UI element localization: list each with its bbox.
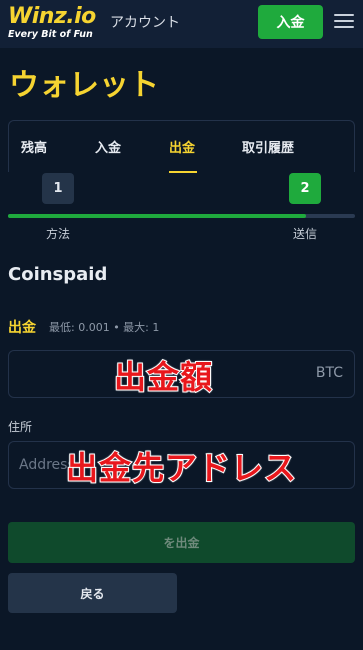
step-1-label: 方法 [46,227,71,241]
tab-deposit[interactable]: 入金 [95,137,121,156]
step-2-badge: 2 [289,173,321,204]
winz-logo[interactable]: Winz.io Every Bit of Fun [8,4,96,40]
account-link[interactable]: アカウント [110,12,180,32]
step-1-badge[interactable]: 1 [42,173,74,204]
tab-transaction-history[interactable]: 取引履歴 [242,137,294,156]
amount-currency: BTC [315,365,343,381]
step-2-label: 送信 [293,227,318,241]
amount-limits: 最低: 0.001 • 最大: 1 [49,321,160,334]
amount-label: 出金 [8,320,36,336]
logo-text: Winz.io [8,4,96,29]
hamburger-menu-icon[interactable] [334,11,354,31]
page-title: ウォレット [9,68,159,103]
tab-withdraw[interactable]: 出金 [169,137,195,156]
back-button[interactable]: 戻る [8,573,177,613]
wallet-tabs: 残高 入金 出金 取引履歴 [8,120,355,173]
tab-balance[interactable]: 残高 [21,137,47,156]
address-annotation-caption: 出金先アドレス [65,448,298,488]
header-deposit-button[interactable]: 入金 [258,5,323,39]
top-header: Winz.io Every Bit of Fun アカウント 入金 [0,0,363,48]
withdraw-submit-button[interactable]: を出金 [8,522,355,563]
step-progress-fill [8,214,307,218]
payment-method-name: Coinspaid [8,264,108,285]
active-tab-indicator [169,171,197,173]
logo-tagline: Every Bit of Fun [8,29,93,40]
address-label: 住所 [8,420,33,434]
amount-annotation-caption: 出金額 [113,357,214,397]
step-progress-bar [8,214,355,218]
